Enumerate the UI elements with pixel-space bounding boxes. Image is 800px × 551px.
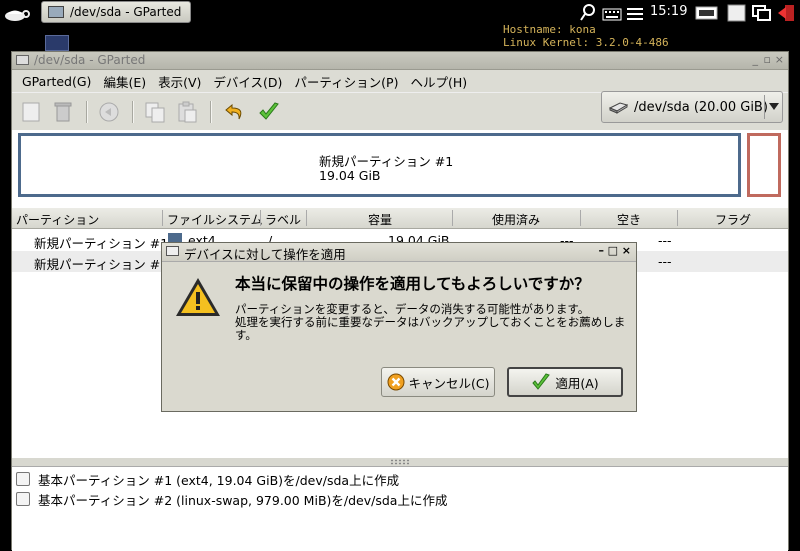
chevron-down-icon [769, 103, 779, 110]
operation-icon [16, 472, 30, 486]
new-partition-icon[interactable] [20, 101, 42, 123]
partition-map: 新規パーティション #1 19.04 GiB [12, 130, 788, 208]
dialog-title: デバイスに対して操作を適用 [184, 247, 346, 262]
pending-operations-list: 基本パーティション #1 (ext4, 19.04 GiB)を/dev/sda上… [12, 466, 788, 551]
dialog-heading: 本当に保留中の操作を適用してもよろしいですか？ [235, 275, 590, 293]
menu-device[interactable]: デバイス(D) [207, 72, 288, 91]
copy-icon[interactable] [144, 101, 166, 123]
menu-gparted[interactable]: GParted(G) [16, 74, 97, 89]
partition-map-size: 19.04 GiB [319, 168, 381, 183]
column-partition[interactable]: パーティション [16, 211, 99, 228]
top-panel: /dev/sda - GParted 15:19 [0, 0, 800, 26]
cancel-button[interactable]: キャンセル(C) [381, 367, 495, 397]
minimize-icon[interactable]: – [599, 244, 605, 257]
column-used[interactable]: 使用済み [492, 211, 540, 228]
device-selector-label: /dev/sda (20.00 GiB) [634, 99, 768, 115]
close-icon[interactable]: × [622, 244, 631, 257]
partition-free: --- [658, 233, 672, 248]
undo-icon[interactable] [224, 101, 246, 123]
network-icon[interactable] [625, 3, 645, 23]
device-selector[interactable]: /dev/sda (20.00 GiB) [601, 91, 783, 123]
resize-move-icon[interactable] [98, 101, 120, 123]
column-flags[interactable]: フラグ [715, 211, 751, 228]
partition-name: 新規パーティション #1 [34, 236, 169, 251]
cancel-icon [387, 373, 404, 391]
maximize-icon[interactable]: ▫ [764, 53, 771, 66]
system-info-text: Hostname: kona Linux Kernel: 3.2.0-4-486 [503, 23, 669, 49]
partition-map-block-1[interactable]: 新規パーティション #1 19.04 GiB [18, 133, 741, 197]
battery-icon[interactable] [695, 3, 719, 23]
delete-icon[interactable] [52, 101, 74, 123]
apply-confirm-dialog: デバイスに対して操作を適用 – □ × 本当に保留中の操作を適用してもよろしいで… [161, 242, 637, 412]
operation-text: 基本パーティション #1 (ext4, 19.04 GiB)を/dev/sda上… [38, 472, 400, 488]
paste-icon[interactable] [176, 101, 198, 123]
column-label[interactable]: ラベル [265, 211, 301, 228]
column-size[interactable]: 容量 [368, 211, 392, 228]
column-free[interactable]: 空き [617, 211, 641, 228]
warning-icon [176, 278, 220, 316]
clock[interactable]: 15:19 [650, 4, 687, 19]
taskbar-window-button[interactable]: /dev/sda - GParted [41, 1, 191, 23]
dialog-message: パーティションを変更すると、データの消失する可能性があります。 処理を実行する前… [235, 302, 626, 342]
window-list-icon[interactable] [752, 3, 772, 23]
dialog-titlebar[interactable]: デバイスに対して操作を適用 – □ × [162, 243, 636, 262]
partition-map-block-2[interactable] [747, 133, 781, 197]
harddisk-icon [608, 102, 628, 114]
apply-button-label: 適用(A) [555, 375, 599, 391]
menu-partition[interactable]: パーティション(P) [288, 72, 404, 91]
gparted-window-icon [48, 6, 64, 18]
apply-check-icon[interactable] [258, 101, 280, 123]
taskbar-window-title: /dev/sda - GParted [70, 5, 182, 19]
operation-text: 基本パーティション #2 (linux-swap, 979.00 MiB)を/d… [38, 492, 448, 508]
window-titlebar[interactable]: /dev/sda - GParted _ ▫ × [12, 52, 788, 70]
menu-help[interactable]: ヘルプ(H) [404, 72, 473, 91]
window-title: /dev/sda - GParted [34, 53, 146, 67]
list-item[interactable]: 基本パーティション #2 (linux-swap, 979.00 MiB)を/d… [16, 489, 447, 509]
search-icon[interactable] [579, 3, 595, 23]
pane-resize-handle[interactable] [12, 458, 788, 466]
list-item[interactable]: 基本パーティション #1 (ext4, 19.04 GiB)を/dev/sda上… [16, 469, 399, 489]
computer-desktop-icon[interactable] [45, 35, 69, 51]
partition-free: --- [658, 254, 672, 269]
keyboard-icon[interactable] [602, 3, 622, 23]
operation-icon [16, 492, 30, 506]
maximize-icon[interactable]: □ [608, 244, 618, 257]
close-icon[interactable]: × [775, 53, 784, 66]
partition-name: 新規パーティション #2 [34, 257, 169, 272]
partition-map-name: 新規パーティション #1 [319, 154, 454, 169]
apply-check-icon [532, 373, 551, 390]
menu-edit[interactable]: 編集(E) [97, 72, 152, 91]
menu-view[interactable]: 表示(V) [152, 72, 207, 91]
show-desktop-icon[interactable] [727, 3, 747, 23]
minimize-icon[interactable]: _ [753, 53, 759, 66]
partition-list-header: パーティション ファイルシステム ラベル 容量 使用済み 空き フラグ [12, 208, 788, 229]
menu-bar: GParted(G) 編集(E) 表示(V) デバイス(D) パーティション(P… [12, 70, 788, 92]
apply-button[interactable]: 適用(A) [507, 367, 623, 397]
logout-icon[interactable] [776, 3, 796, 23]
dialog-window-icon [166, 246, 179, 256]
column-filesystem[interactable]: ファイルシステム [167, 211, 263, 228]
cancel-button-label: キャンセル(C) [408, 375, 490, 391]
gparted-window-icon [16, 55, 29, 65]
app-menu-icon[interactable] [2, 2, 32, 24]
